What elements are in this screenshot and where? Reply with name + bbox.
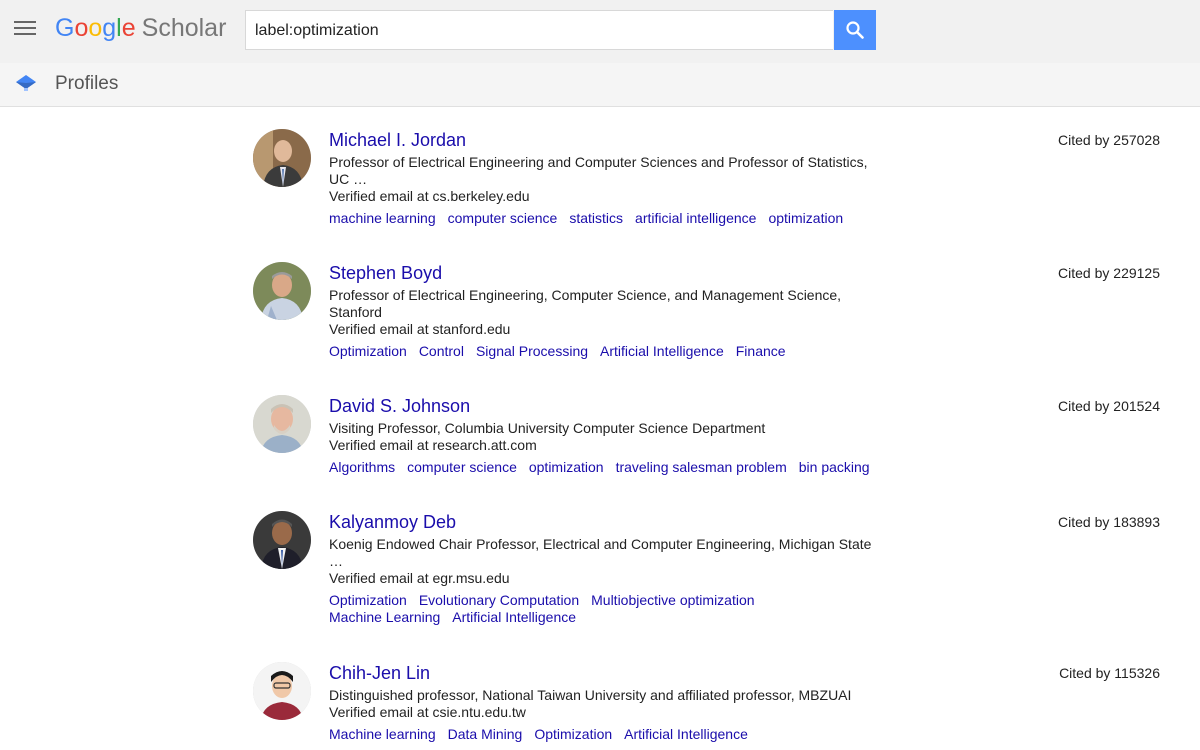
logo-letter: o: [74, 14, 89, 42]
profile-name-link[interactable]: Chih-Jen Lin: [329, 662, 889, 684]
page-title: Profiles: [55, 73, 119, 94]
profile-email: Verified email at research.att.com: [329, 437, 537, 453]
profile-avatar[interactable]: [253, 129, 311, 187]
profile-interests: Optimization Evolutionary Computation Mult…: [329, 592, 889, 626]
interest-link[interactable]: Algorithms: [329, 459, 395, 475]
interest-link[interactable]: computer science: [448, 210, 558, 226]
cited-by-count: Cited by 183893: [1058, 514, 1160, 530]
profile-email: Verified email at egr.msu.edu: [329, 570, 510, 586]
interest-link[interactable]: artificial intelligence: [635, 210, 756, 226]
interest-link[interactable]: Machine Learning: [329, 609, 440, 625]
search-icon: [846, 21, 864, 39]
interest-link[interactable]: Optimization: [329, 343, 407, 359]
cited-by-count: Cited by 229125: [1058, 265, 1160, 281]
search-input[interactable]: [255, 12, 815, 50]
profile-avatar[interactable]: [253, 662, 311, 720]
profile-email: Verified email at cs.berkeley.edu: [329, 188, 530, 204]
interest-link[interactable]: Signal Processing: [476, 343, 588, 359]
profile-avatar[interactable]: [253, 511, 311, 569]
profile-name-link[interactable]: Kalyanmoy Deb: [329, 511, 889, 533]
profile-avatar[interactable]: [253, 395, 311, 453]
interest-link[interactable]: bin packing: [799, 459, 870, 475]
interest-link[interactable]: Finance: [736, 343, 786, 359]
profile-affiliation: Visiting Professor, Columbia University …: [329, 420, 766, 436]
profile-interests: machine learning computer science statisti…: [329, 210, 889, 227]
google-scholar-logo[interactable]: Google Scholar: [55, 12, 226, 44]
profile-avatar[interactable]: [253, 262, 311, 320]
interest-link[interactable]: Optimization: [534, 726, 612, 742]
interest-link[interactable]: optimization: [768, 210, 843, 226]
logo-letter: e: [121, 14, 136, 42]
interest-link[interactable]: statistics: [569, 210, 623, 226]
logo-suffix: Scholar: [141, 14, 227, 42]
search-button[interactable]: [834, 10, 876, 50]
profile-interests: Machine learning Data Mining Optimization A…: [329, 726, 889, 743]
profile-name-link[interactable]: David S. Johnson: [329, 395, 889, 417]
profile-name-link[interactable]: Michael I. Jordan: [329, 129, 889, 151]
interest-link[interactable]: optimization: [529, 459, 604, 475]
logo-letter: G: [55, 14, 75, 42]
search-field[interactable]: [245, 10, 833, 50]
profiles-subheader: Profiles: [0, 63, 1200, 107]
graduation-cap-icon: [16, 75, 36, 91]
interest-link[interactable]: Artificial Intelligence: [600, 343, 724, 359]
profile-affiliation: Professor of Electrical Engineering, Com…: [329, 287, 842, 320]
interest-link[interactable]: Artificial Intelligence: [452, 609, 576, 625]
profile-affiliation: Koenig Endowed Chair Professor, Electric…: [329, 536, 872, 569]
interest-link[interactable]: computer science: [407, 459, 517, 475]
hamburger-menu-icon[interactable]: [14, 18, 38, 38]
interest-link[interactable]: traveling salesman problem: [616, 459, 787, 475]
interest-link[interactable]: Artificial Intelligence: [624, 726, 748, 742]
profile-interests: Optimization Control Signal Processing Arti…: [329, 343, 889, 360]
profile-name-link[interactable]: Stephen Boyd: [329, 262, 889, 284]
logo-letter: o: [88, 14, 103, 42]
cited-by-count: Cited by 257028: [1058, 132, 1160, 148]
cited-by-count: Cited by 115326: [1059, 665, 1160, 681]
logo-letter: g: [102, 14, 117, 42]
interest-link[interactable]: Multiobjective optimization: [591, 592, 754, 608]
cited-by-count: Cited by 201524: [1058, 398, 1160, 414]
interest-link[interactable]: Evolutionary Computation: [419, 592, 579, 608]
profile-affiliation: Professor of Electrical Engineering and …: [329, 154, 868, 187]
profile-affiliation: Distinguished professor, National Taiwan…: [329, 687, 852, 703]
interest-link[interactable]: Control: [419, 343, 464, 359]
profile-email: Verified email at csie.ntu.edu.tw: [329, 704, 526, 720]
interest-link[interactable]: Optimization: [329, 592, 407, 608]
profile-email: Verified email at stanford.edu: [329, 321, 511, 337]
interest-link[interactable]: Data Mining: [448, 726, 523, 742]
profile-interests: Algorithms computer science optimization tr…: [329, 459, 889, 476]
top-bar: Google Scholar: [0, 0, 1200, 63]
interest-link[interactable]: machine learning: [329, 210, 436, 226]
interest-link[interactable]: Machine learning: [329, 726, 436, 742]
